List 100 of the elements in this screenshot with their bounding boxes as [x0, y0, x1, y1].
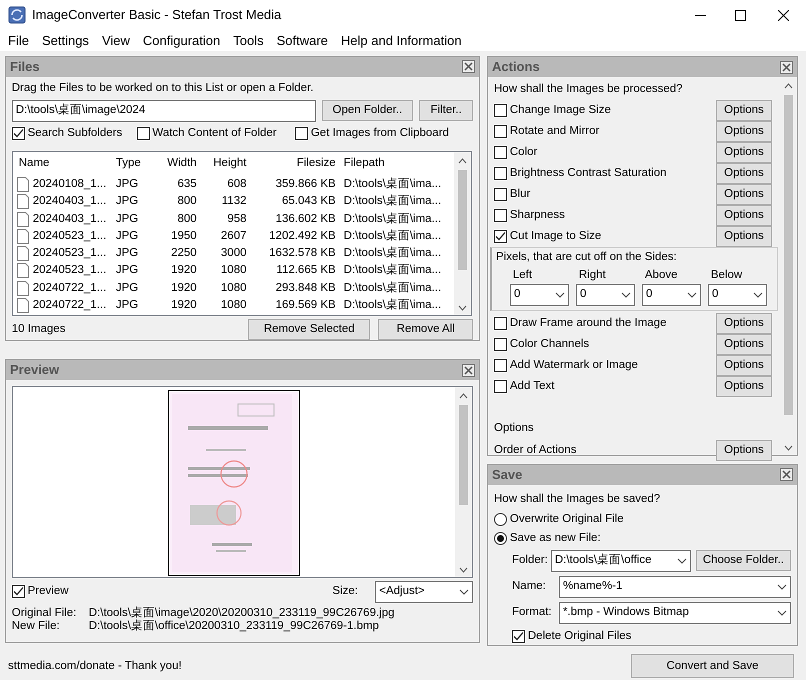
table-cell: 293.848 KB [276, 282, 336, 294]
number-dropdown[interactable]: 0 [576, 284, 635, 306]
menu-item[interactable]: View [96, 30, 135, 50]
panel-title: Preview [10, 361, 60, 380]
options-button[interactable]: Options [716, 184, 772, 206]
number-dropdown[interactable]: 0 [510, 284, 569, 306]
options-button[interactable]: Options [716, 121, 772, 142]
name-dropdown[interactable]: %name%-1 [558, 576, 791, 598]
table-cell: JPG [116, 264, 138, 276]
checkbox[interactable] [494, 167, 507, 180]
column-header[interactable]: Height [200, 152, 250, 176]
menu-item[interactable]: Settings [36, 30, 94, 50]
table-cell: 635 [177, 178, 197, 190]
checkbox[interactable] [494, 146, 507, 160]
options-button[interactable]: Options [716, 354, 772, 376]
close-icon[interactable] [462, 364, 475, 376]
checkbox-label: Delete Original Files [528, 628, 632, 644]
checkbox[interactable] [494, 338, 507, 351]
options-button[interactable]: Options [716, 440, 772, 461]
checkbox[interactable] [12, 127, 25, 140]
checkbox-label: Cut Image to Size [510, 229, 602, 244]
options-button[interactable]: Options [716, 334, 772, 355]
checkbox[interactable] [494, 230, 507, 244]
table-cell: 1202.492 KB [269, 230, 336, 242]
table-cell: D:\tools\桌面\ima... [344, 264, 442, 276]
column-header[interactable]: Type [112, 152, 157, 176]
options-button[interactable]: Options [716, 376, 772, 397]
menu-item[interactable]: File [3, 30, 34, 50]
number-dropdown[interactable]: 0 [642, 284, 701, 306]
table-cell-text: 20240523_1... [32, 263, 106, 278]
checkbox[interactable] [494, 358, 507, 372]
close-icon[interactable] [780, 468, 793, 482]
checkbox[interactable] [494, 125, 507, 138]
checkbox[interactable] [494, 209, 507, 222]
menu-item[interactable]: Software [272, 30, 333, 50]
field-label: Left [512, 268, 534, 282]
checkbox[interactable] [136, 127, 150, 140]
checkbox[interactable] [494, 380, 507, 393]
field-label: Right [578, 268, 607, 282]
filter-button[interactable]: Filter.. [419, 100, 474, 121]
checkbox[interactable] [294, 127, 308, 140]
hint-text: Drag the Files to be worked on to this List or open a Folder. [12, 80, 314, 96]
table-cell: D:\tools\桌面\ima... [344, 230, 442, 242]
checkbox[interactable] [494, 316, 507, 330]
checkbox-label: Draw Frame around the Image [510, 316, 666, 331]
table-cell: 608 [227, 178, 246, 190]
table-cell-text: 20240722_1... [32, 280, 106, 296]
radio-button[interactable] [494, 532, 507, 545]
column-header[interactable]: Width [156, 152, 201, 176]
checkbox-label: Add Text [510, 378, 554, 394]
table-cell: 65.043 KB [282, 195, 336, 208]
close-icon[interactable] [462, 60, 475, 74]
remove-all-button[interactable]: Remove All [378, 319, 474, 340]
options-button[interactable]: Options [716, 163, 772, 184]
checkbox[interactable] [512, 630, 525, 643]
menu-item[interactable]: Configuration [138, 30, 226, 50]
table-cell: D:\tools\桌面\ima... [344, 298, 442, 311]
file-icon [16, 298, 29, 313]
table-cell: 1080 [220, 282, 246, 294]
path-field[interactable]: D:\tools\桌面\image\2024 [12, 100, 316, 122]
column-header[interactable]: Name [12, 152, 112, 176]
radio-button[interactable] [494, 512, 507, 526]
checkbox[interactable] [12, 585, 25, 598]
checkbox[interactable] [494, 104, 507, 118]
table-cell: JPG [116, 178, 138, 190]
options-button[interactable]: Options [716, 205, 772, 226]
scrollbar[interactable] [455, 386, 472, 577]
options-button[interactable]: Options [716, 312, 772, 334]
table-cell: 136.602 KB [276, 212, 336, 224]
format-dropdown[interactable]: *.bmp - Windows Bitmap [558, 602, 791, 624]
window-title: ImageConverter Basic - Stefan Trost Media [32, 6, 282, 24]
column-header[interactable]: Filepath [340, 152, 454, 176]
options-button[interactable]: Options [716, 100, 772, 122]
table-cell: 1632.578 KB [269, 247, 336, 259]
folder-dropdown[interactable]: D:\tools\桌面\office [550, 550, 691, 572]
table-cell-text: 20240523_1... [32, 228, 106, 244]
checkbox[interactable] [494, 188, 507, 202]
choose-folder-button[interactable]: Choose Folder.. [696, 550, 791, 571]
scroll-up-icon [458, 158, 468, 164]
file-icon [16, 194, 29, 210]
options-button[interactable]: Options [716, 142, 772, 164]
checkbox-label: Get Images from Clipboard [310, 126, 449, 141]
table-cell-text: 20240403_1... [32, 194, 106, 210]
table-cell-text: 20240722_1... [32, 298, 106, 313]
number-dropdown[interactable]: 0 [708, 284, 767, 306]
size-label: Size: [332, 584, 358, 599]
caret-icon [459, 588, 470, 595]
close-icon[interactable] [780, 60, 793, 74]
remove-selected-button[interactable]: Remove Selected [248, 319, 370, 340]
column-header[interactable]: Filesize [250, 152, 340, 176]
folder-button[interactable]: Open Folder.. [322, 100, 414, 121]
table-cell-text: 20240403_1... [32, 212, 106, 226]
size-dropdown[interactable]: <Adjust> [375, 580, 474, 603]
scrollbar[interactable] [454, 152, 472, 315]
checkbox-label: Sharpness [510, 208, 565, 224]
menu-item[interactable]: Tools [228, 30, 269, 50]
options-button[interactable]: Options [716, 226, 772, 248]
convert-button[interactable]: Convert and Save [631, 654, 794, 678]
panel-title: Files [10, 58, 40, 76]
menu-item[interactable]: Help and Information [336, 30, 467, 50]
